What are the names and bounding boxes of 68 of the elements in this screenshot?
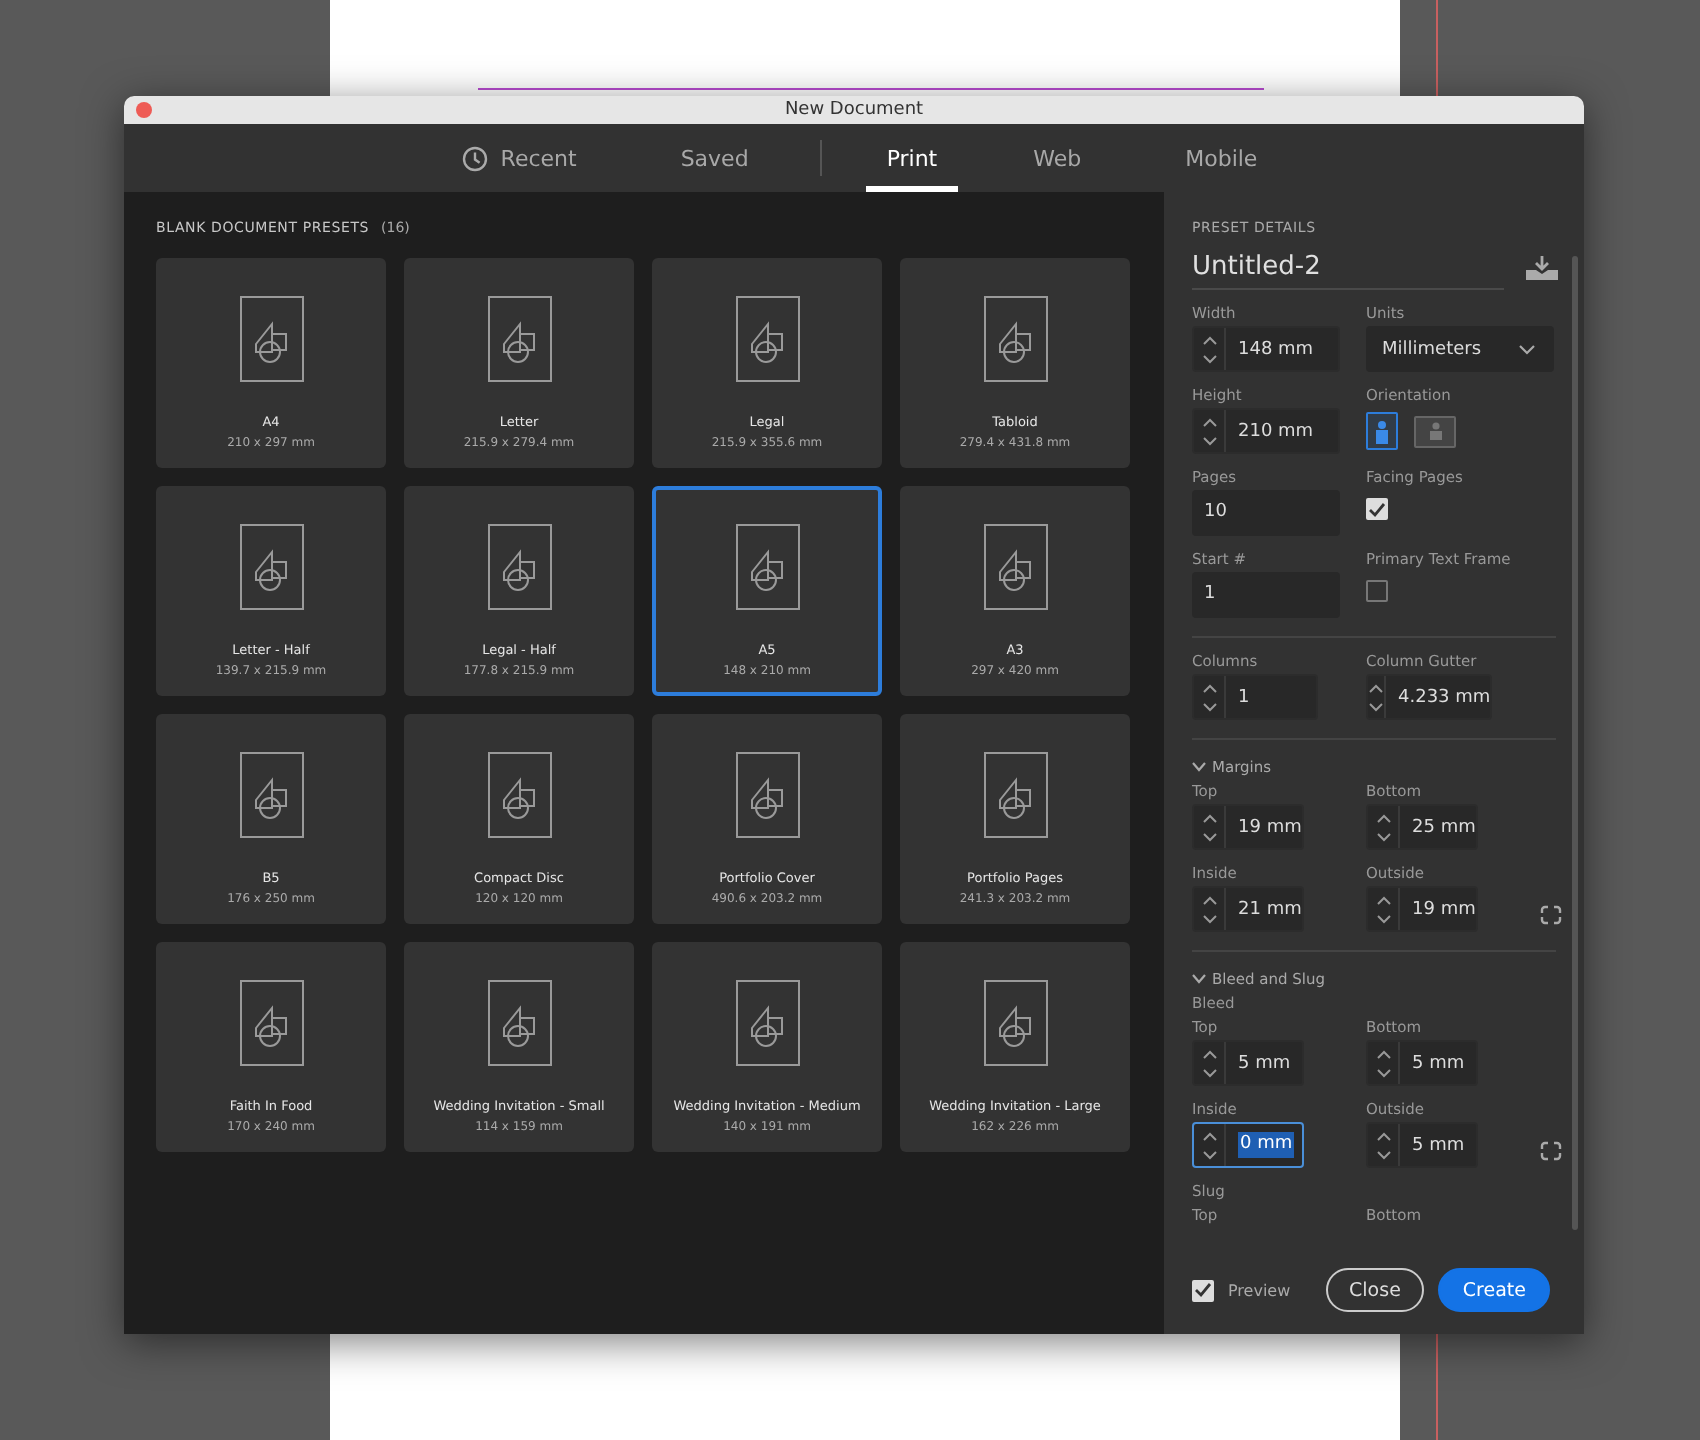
portrait-button[interactable] <box>1366 412 1398 450</box>
preview-checkbox[interactable] <box>1192 1279 1214 1301</box>
checkbox-label: Preview <box>1228 1281 1291 1299</box>
number-field[interactable]: 148 mm <box>1192 326 1340 372</box>
create-button[interactable]: Create <box>1438 1268 1550 1312</box>
document-icon <box>239 980 303 1066</box>
chevron-icon <box>1192 761 1206 771</box>
stepper-icon <box>1201 1131 1217 1159</box>
document-icon <box>239 752 303 838</box>
number-field[interactable]: 21 mm <box>1192 886 1304 932</box>
number-field[interactable]: 210 mm <box>1192 408 1340 454</box>
tab[interactable]: Mobile <box>1137 124 1306 192</box>
stepper-icon <box>1201 895 1217 923</box>
landscape-button[interactable] <box>1414 415 1456 447</box>
stepper-icon <box>1368 683 1384 711</box>
number-field[interactable]: 5 mm <box>1366 1040 1478 1086</box>
person-icon <box>1374 419 1390 443</box>
document-icon <box>487 524 551 610</box>
stepper-icon <box>1375 895 1391 923</box>
stepper-icon <box>1375 1131 1391 1159</box>
number-field[interactable]: 1 <box>1192 674 1318 720</box>
document-icon <box>487 296 551 382</box>
document-icon <box>239 296 303 382</box>
window-title: New Document <box>784 100 924 120</box>
stepper-icon <box>1375 813 1391 841</box>
clock-icon <box>462 145 489 171</box>
document-icon <box>983 980 1047 1066</box>
stepper-icon <box>1375 1049 1391 1077</box>
stepper-icon <box>1201 335 1217 363</box>
download-icon <box>1526 255 1558 279</box>
checkbox[interactable] <box>1366 580 1388 602</box>
document-icon <box>239 524 303 610</box>
document-name-field[interactable]: Untitled-2 <box>1192 244 1504 290</box>
number-field[interactable]: 4.233 mm <box>1366 674 1492 720</box>
close-window-button[interactable] <box>136 102 152 118</box>
checkmark-icon <box>1194 1282 1212 1298</box>
chevron-icon <box>1192 973 1206 983</box>
tab[interactable]: Print <box>866 124 958 192</box>
stepper-icon <box>1201 683 1217 711</box>
number-field[interactable]: 19 mm <box>1192 804 1304 850</box>
stepper-icon <box>1201 1049 1217 1077</box>
number-field[interactable]: 25 mm <box>1366 804 1478 850</box>
person-icon <box>1425 422 1445 440</box>
document-icon <box>735 296 799 382</box>
document-icon <box>983 752 1047 838</box>
input-field[interactable]: 1 <box>1192 572 1340 618</box>
document-icon <box>983 524 1047 610</box>
close-button[interactable]: Close <box>1325 1268 1425 1312</box>
scroll-bar[interactable] <box>1572 256 1578 1230</box>
input-field[interactable]: 10 <box>1192 490 1340 536</box>
tab[interactable]: Saved <box>632 124 797 192</box>
units-dropdown[interactable]: Millimeters <box>1366 326 1554 372</box>
document-icon <box>983 296 1047 382</box>
tab[interactable]: Recent <box>414 124 625 192</box>
document-icon <box>735 524 799 610</box>
number-field[interactable]: 0 mm <box>1192 1122 1304 1168</box>
stepper-icon <box>1201 417 1217 445</box>
document-icon <box>487 752 551 838</box>
document-icon <box>487 980 551 1066</box>
tab[interactable]: Web <box>985 124 1130 192</box>
chevron-down-icon <box>1518 343 1536 355</box>
stepper-icon <box>1201 813 1217 841</box>
number-field[interactable]: 5 mm <box>1192 1040 1304 1086</box>
number-field[interactable]: 19 mm <box>1366 886 1478 932</box>
document-icon <box>735 980 799 1066</box>
checkmark-icon <box>1368 501 1386 517</box>
number-field[interactable]: 5 mm <box>1366 1122 1478 1168</box>
document-icon <box>735 752 799 838</box>
